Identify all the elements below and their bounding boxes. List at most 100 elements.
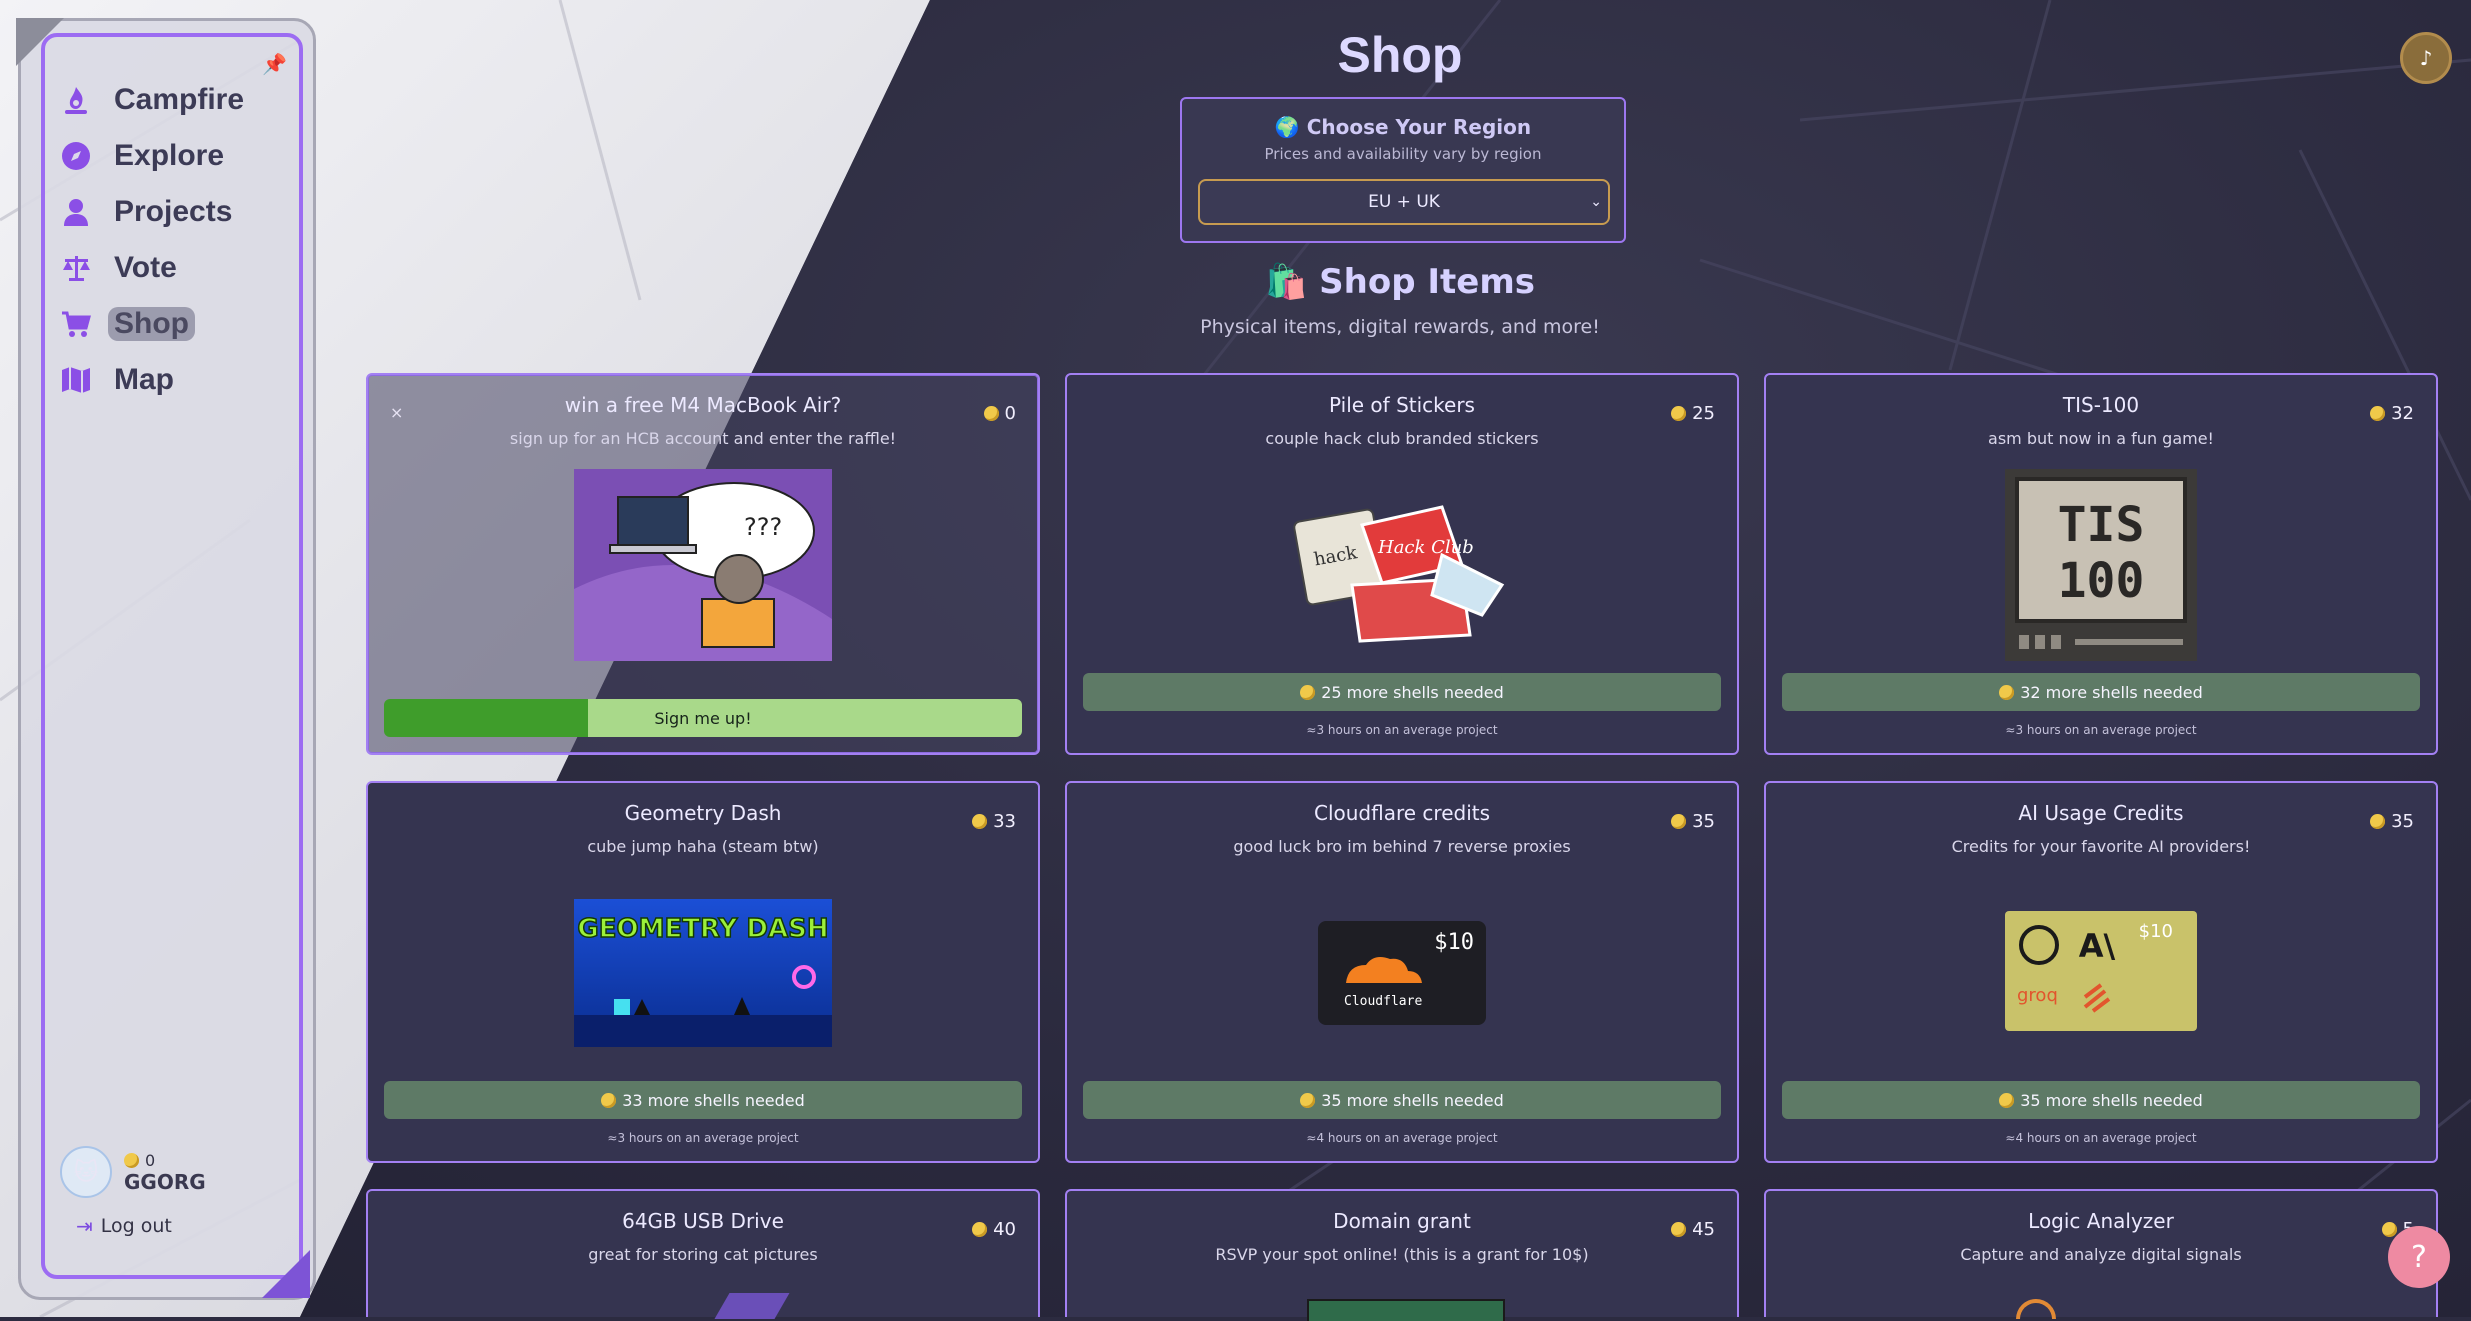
shop-item-macbook[interactable]: × win a free M4 MacBook Air? sign up for… [366, 373, 1040, 755]
tis100-image: TIS 100 [2005, 469, 2197, 665]
item-subtitle: couple hack club branded stickers [1265, 429, 1539, 448]
shell-coin-icon [601, 1092, 617, 1108]
region-select[interactable]: EU + UK ⌄ [1198, 179, 1610, 225]
item-subtitle: Credits for your favorite AI providers! [1951, 837, 2251, 856]
compass-icon [58, 138, 94, 174]
hours-estimate: ≈3 hours on an average project [1306, 723, 1498, 737]
shop-item-stickers[interactable]: Pile of Stickers couple hack club brande… [1065, 373, 1739, 755]
logout-button[interactable]: ⇥ Log out [76, 1214, 172, 1238]
item-title: TIS-100 [2062, 393, 2140, 417]
item-title: win a free M4 MacBook Air? [564, 393, 842, 417]
shell-coin-icon [1671, 814, 1687, 829]
shell-coin-icon [1999, 684, 2015, 700]
item-title: Geometry Dash [624, 801, 782, 825]
geometry-dash-image: GEOMETRY DASH [574, 899, 832, 1051]
svg-text:A\: A\ [2079, 927, 2116, 965]
item-title: Logic Analyzer [2028, 1209, 2174, 1233]
svg-text:$10: $10 [2139, 921, 2173, 942]
item-price: 35 [2370, 811, 2414, 832]
sidebar-nav: Campfire Explore Projects Vote Shop Map [58, 72, 244, 408]
shell-coin-icon [2370, 814, 2386, 829]
shell-coin-icon [124, 1152, 139, 1168]
user-box[interactable]: 🐱 0 GGORG [60, 1146, 206, 1198]
macbook-raffle-image: ??? [574, 469, 832, 665]
item-title: Domain grant [1333, 1209, 1471, 1233]
shell-coin-icon [972, 1222, 988, 1237]
svg-text:???: ??? [744, 513, 782, 541]
hours-estimate: ≈3 hours on an average project [2005, 723, 2197, 737]
domain-grant-image [1307, 1299, 1505, 1321]
region-subtitle: Prices and availability vary by region [1264, 145, 1542, 163]
item-title: Pile of Stickers [1329, 393, 1475, 417]
help-button[interactable]: ? [2388, 1226, 2450, 1288]
map-icon [58, 362, 94, 398]
svg-text:Hack Club: Hack Club [1377, 537, 1474, 558]
cloudflare-card-image: $10 Cloudflare [1318, 921, 1486, 1029]
item-subtitle: sign up for an HCB account and enter the… [509, 429, 897, 448]
shells-needed-bar: 35 more shells needed [1782, 1081, 2420, 1119]
shell-coin-icon [1300, 1092, 1316, 1108]
item-subtitle: asm but now in a fun game! [1988, 429, 2214, 448]
svg-text:Cloudflare: Cloudflare [1344, 994, 1422, 1009]
shells-needed-bar: 33 more shells needed [384, 1081, 1022, 1119]
sidebar-item-label: Projects [114, 195, 233, 228]
sidebar-item-map[interactable]: Map [58, 352, 244, 408]
sidebar-item-projects[interactable]: Projects [58, 184, 244, 240]
logout-icon: ⇥ [76, 1214, 93, 1238]
shop-item-geometry-dash[interactable]: Geometry Dash cube jump haha (steam btw)… [366, 781, 1040, 1163]
section-title: 🛍️ Shop Items [1264, 262, 1536, 302]
shell-coin-icon [1300, 684, 1316, 700]
svg-text:$10: $10 [1434, 930, 1474, 955]
sidebar-item-label: Explore [114, 139, 225, 172]
item-price: 0 [983, 403, 1016, 424]
svg-text:100: 100 [2058, 553, 2145, 609]
hours-estimate: ≈4 hours on an average project [1306, 1131, 1498, 1145]
item-price: 32 [2370, 403, 2414, 424]
region-title: 🌍 Choose Your Region [1274, 115, 1532, 139]
music-icon[interactable]: ♪ [2400, 32, 2452, 84]
sidebar-item-label: Map [114, 363, 174, 396]
item-price: 33 [972, 811, 1016, 832]
item-title: 64GB USB Drive [622, 1209, 784, 1233]
item-subtitle: Capture and analyze digital signals [1960, 1245, 2242, 1264]
sidebar-corner-bottom [262, 1250, 310, 1298]
item-subtitle: great for storing cat pictures [588, 1245, 818, 1264]
shell-coin-icon [1671, 1222, 1687, 1237]
sidebar-item-explore[interactable]: Explore [58, 128, 244, 184]
shell-coin-icon [1671, 406, 1687, 421]
user-shells: 0 [124, 1151, 206, 1170]
shell-coin-icon [972, 814, 988, 829]
sign-up-button[interactable]: Sign me up! [384, 699, 1022, 737]
shop-item-cloudflare[interactable]: Cloudflare credits good luck bro im behi… [1065, 781, 1739, 1163]
hours-estimate: ≈4 hours on an average project [2005, 1131, 2197, 1145]
avatar: 🐱 [60, 1146, 112, 1198]
user-shell-count: 0 [145, 1150, 156, 1170]
svg-text:groq: groq [2017, 985, 2058, 1006]
user-name: GGORG [124, 1169, 206, 1194]
item-subtitle: cube jump haha (steam btw) [587, 837, 819, 856]
shop-item-domain-grant[interactable]: Domain grant RSVP your spot online! (thi… [1065, 1189, 1739, 1321]
campfire-icon [58, 82, 94, 118]
shop-item-tis100[interactable]: TIS-100 asm but now in a fun game! 32 TI… [1764, 373, 2438, 755]
svg-text:TIS: TIS [2058, 497, 2145, 553]
shell-coin-icon [2370, 406, 2386, 421]
shells-needed-bar: 32 more shells needed [1782, 673, 2420, 711]
section-subtitle: Physical items, digital rewards, and mor… [1200, 316, 1600, 338]
shop-item-usb-drive[interactable]: 64GB USB Drive great for storing cat pic… [366, 1189, 1040, 1319]
item-title: Cloudflare credits [1313, 801, 1491, 825]
shell-coin-icon [1999, 1092, 2015, 1108]
user-icon [58, 194, 94, 230]
item-subtitle: RSVP your spot online! (this is a grant … [1215, 1245, 1589, 1264]
shop-item-logic-analyzer[interactable]: Logic Analyzer Capture and analyze digit… [1764, 1189, 2438, 1319]
shop-item-ai-credits[interactable]: AI Usage Credits Credits for your favori… [1764, 781, 2438, 1163]
shells-needed-bar: 35 more shells needed [1083, 1081, 1721, 1119]
usb-drive-image [714, 1293, 790, 1319]
item-price: 40 [972, 1219, 1016, 1240]
item-price: 35 [1671, 811, 1715, 832]
region-selected-value: EU + UK [1368, 192, 1440, 212]
item-price: 45 [1671, 1219, 1715, 1240]
sidebar-item-label: Campfire [114, 83, 245, 116]
item-price: 25 [1671, 403, 1715, 424]
chevron-down-icon: ⌄ [1590, 194, 1602, 210]
ai-credits-image: A\ $10 groq [2005, 911, 2197, 1035]
